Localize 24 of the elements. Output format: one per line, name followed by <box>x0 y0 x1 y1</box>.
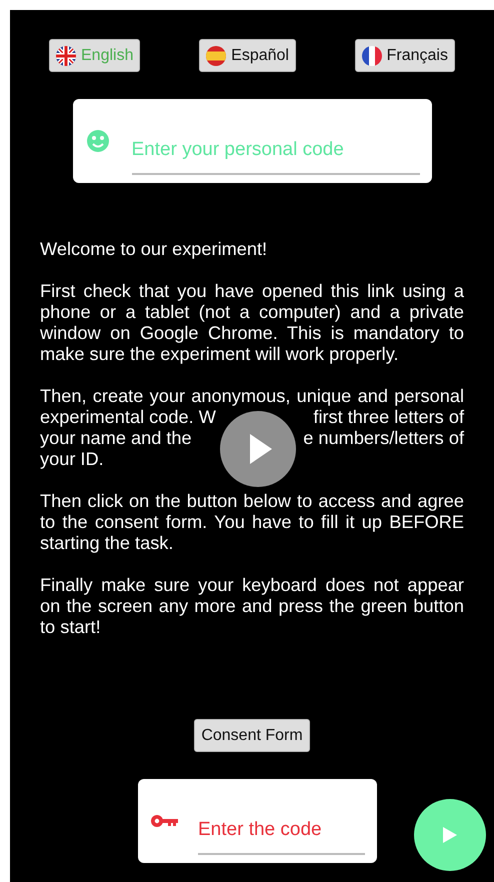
text-line: your ID. <box>40 449 104 469</box>
play-icon <box>442 826 458 844</box>
flag-icon <box>362 46 382 66</box>
paragraph: Welcome to our experiment! <box>40 239 268 260</box>
text-line: first three letters of <box>313 407 464 428</box>
text-line: e numbers/letters of <box>303 428 464 449</box>
code-field[interactable]: Enter the code <box>138 779 377 863</box>
text-line: Then, create your anonymous, unique and personal <box>40 386 464 407</box>
consent-form-button[interactable]: Consent Form <box>194 719 310 752</box>
input-field[interactable]: Enter the code <box>198 797 365 855</box>
key-icon <box>150 814 178 828</box>
face-icon <box>86 129 110 153</box>
paragraph: Finally make sure your keyboard does not appear on the screen any more and press the green button to start! <box>40 575 464 638</box>
paragraph: First check that you have opened this link using a phone or a tablet (not a computer) and a private window on Google Chrome. This is mandatory to make sure the experiment will work properly. <box>40 281 464 365</box>
input-field[interactable]: Enter your personal code <box>132 117 420 175</box>
code-field[interactable]: Enter your personal code <box>72 99 432 183</box>
play-icon <box>248 432 274 466</box>
flag-icon <box>56 46 76 66</box>
paragraph: Then click on the button below to access and agree to the consent form. You have to fill it up BEFORE starting the task. <box>40 491 464 554</box>
language-button[interactable]: Español <box>199 39 296 72</box>
text-line: experimental code. W <box>40 407 216 428</box>
language-button[interactable]: Français <box>354 39 455 72</box>
text-line: your name and the <box>40 428 192 449</box>
flag-icon <box>206 46 226 66</box>
